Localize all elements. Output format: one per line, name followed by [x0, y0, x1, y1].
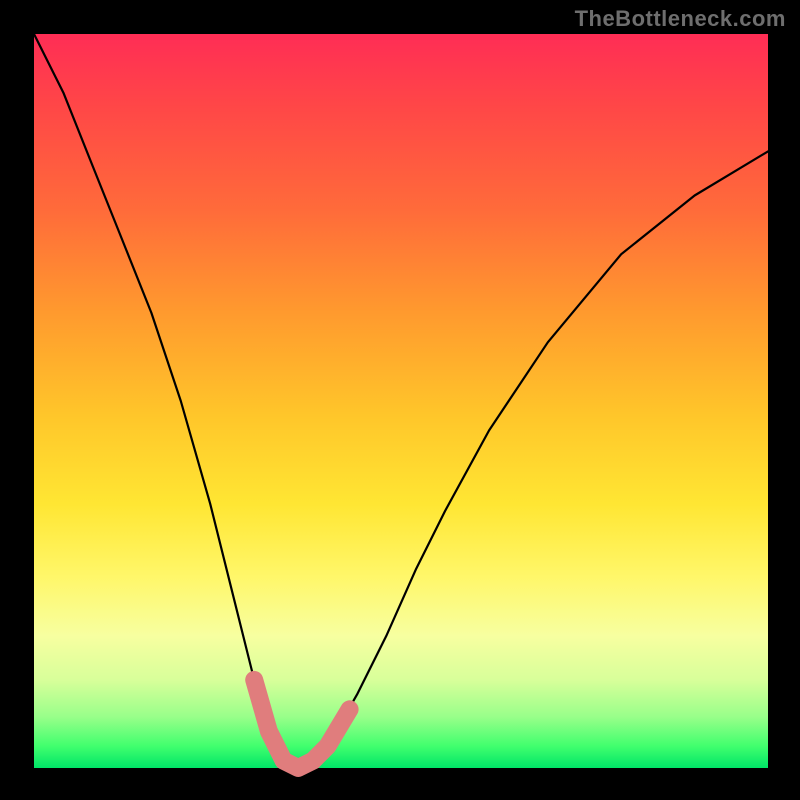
chart-svg: [34, 34, 768, 768]
optimal-zone-marker: [254, 680, 349, 768]
chart-frame: TheBottleneck.com: [0, 0, 800, 800]
watermark-text: TheBottleneck.com: [575, 6, 786, 32]
chart-plot-area: [34, 34, 768, 768]
bottleneck-curve-line: [34, 34, 768, 768]
